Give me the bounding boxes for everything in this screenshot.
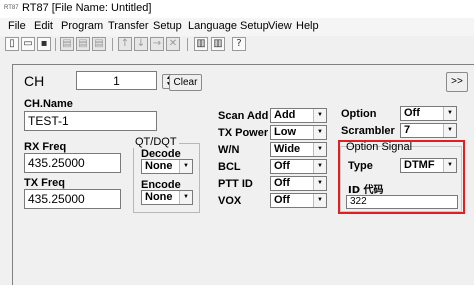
toolbar-separator xyxy=(187,38,188,51)
tx-power-label: TX Power xyxy=(218,127,269,139)
toolbar: ▯ ▭ ▪ ▤ ▤ ▤ ↑ ↓ → ✕ ▥ ▥ ? xyxy=(0,36,474,54)
bcl-label: BCL xyxy=(218,161,241,173)
chevron-down-icon: ▼ xyxy=(179,191,192,204)
encode-value: None xyxy=(145,191,173,203)
encode-select[interactable]: None ▼ xyxy=(141,190,193,205)
chevron-down-icon: ▼ xyxy=(313,109,326,122)
menu-file[interactable]: File xyxy=(8,20,26,32)
toolbar-separator xyxy=(112,38,113,51)
ptt-id-label: PTT ID xyxy=(218,178,253,190)
channel-number-field[interactable]: 1 xyxy=(76,71,157,90)
decode-value: None xyxy=(145,160,173,172)
chevron-down-icon: ▼ xyxy=(313,143,326,156)
vox-select[interactable]: Off ▼ xyxy=(270,193,327,208)
wn-select[interactable]: Wide ▼ xyxy=(270,142,327,157)
menu-edit[interactable]: Edit xyxy=(34,20,53,32)
option-value: Off xyxy=(404,107,420,119)
chevron-down-icon: ▼ xyxy=(179,160,192,173)
arrow-right-icon[interactable]: → xyxy=(150,37,164,51)
qt-dqt-group-title: QT/DQT xyxy=(133,136,179,148)
wn-value: Wide xyxy=(274,143,301,155)
menu-help[interactable]: Help xyxy=(296,20,319,32)
window-title: RT87 [File Name: Untitled] xyxy=(22,2,152,14)
decode-select[interactable]: None ▼ xyxy=(141,159,193,174)
toolbar-separator xyxy=(55,38,56,51)
menu-program[interactable]: Program xyxy=(61,20,103,32)
chevron-down-icon: ▼ xyxy=(443,107,456,120)
scan-add-select[interactable]: Add ▼ xyxy=(270,108,327,123)
bcl-select[interactable]: Off ▼ xyxy=(270,159,327,174)
ptt-id-select[interactable]: Off ▼ xyxy=(270,176,327,191)
vox-value: Off xyxy=(274,194,290,206)
ch-label: CH xyxy=(24,73,45,89)
about-icon[interactable]: ? xyxy=(232,37,246,51)
menu-view[interactable]: View xyxy=(268,20,292,32)
write-radio-icon[interactable]: ▥ xyxy=(211,37,225,51)
ch-name-label: CH.Name xyxy=(24,98,73,110)
scan-add-value: Add xyxy=(274,109,296,121)
chevron-down-icon: ▼ xyxy=(443,124,456,137)
option-label: Option xyxy=(341,108,377,120)
arrow-down-icon[interactable]: ↓ xyxy=(134,37,148,51)
read-radio-icon[interactable]: ▥ xyxy=(194,37,208,51)
menu-bar: File Edit Program Transfer Setup Languag… xyxy=(0,18,474,36)
app-icon: RT87 xyxy=(4,5,19,11)
scrambler-value: 7 xyxy=(404,124,411,136)
print-setup-icon[interactable]: ▤ xyxy=(92,37,106,51)
vox-label: VOX xyxy=(218,195,242,207)
menu-language-setup[interactable]: Language Setup xyxy=(188,20,269,32)
clear-button[interactable]: Clear xyxy=(169,74,202,91)
tx-power-select[interactable]: Low ▼ xyxy=(270,125,327,140)
highlight-box xyxy=(338,140,465,214)
scrambler-select[interactable]: 7 ▼ xyxy=(400,123,457,138)
chevron-down-icon: ▼ xyxy=(313,160,326,173)
rx-freq-field[interactable]: 435.25000 xyxy=(24,153,121,173)
menu-transfer[interactable]: Transfer xyxy=(108,20,149,32)
next-button[interactable]: >> xyxy=(446,72,468,92)
chevron-down-icon: ▼ xyxy=(313,177,326,190)
chevron-down-icon: ▼ xyxy=(313,126,326,139)
scrambler-label: Scrambler xyxy=(341,125,395,137)
title-bar: RT87 RT87 [File Name: Untitled] xyxy=(0,0,474,18)
open-icon[interactable]: ▭ xyxy=(21,37,35,51)
tx-freq-field[interactable]: 435.25000 xyxy=(24,189,121,209)
tx-power-value: Low xyxy=(274,126,296,138)
tx-freq-label: TX Freq xyxy=(24,177,65,189)
scan-add-label: Scan Add xyxy=(218,110,269,122)
save-icon[interactable]: ▪ xyxy=(37,37,51,51)
chevron-down-icon: ▼ xyxy=(313,194,326,207)
bcl-value: Off xyxy=(274,160,290,172)
print-preview-icon[interactable]: ▤ xyxy=(76,37,90,51)
menu-setup[interactable]: Setup xyxy=(153,20,182,32)
delete-icon[interactable]: ✕ xyxy=(166,37,180,51)
ptt-id-value: Off xyxy=(274,177,290,189)
channel-name-field[interactable]: TEST-1 xyxy=(24,111,157,131)
new-icon[interactable]: ▯ xyxy=(5,37,19,51)
option-select[interactable]: Off ▼ xyxy=(400,106,457,121)
arrow-up-icon[interactable]: ↑ xyxy=(118,37,132,51)
wn-label: W/N xyxy=(218,144,240,156)
print-icon[interactable]: ▤ xyxy=(60,37,74,51)
rx-freq-label: RX Freq xyxy=(24,141,67,153)
